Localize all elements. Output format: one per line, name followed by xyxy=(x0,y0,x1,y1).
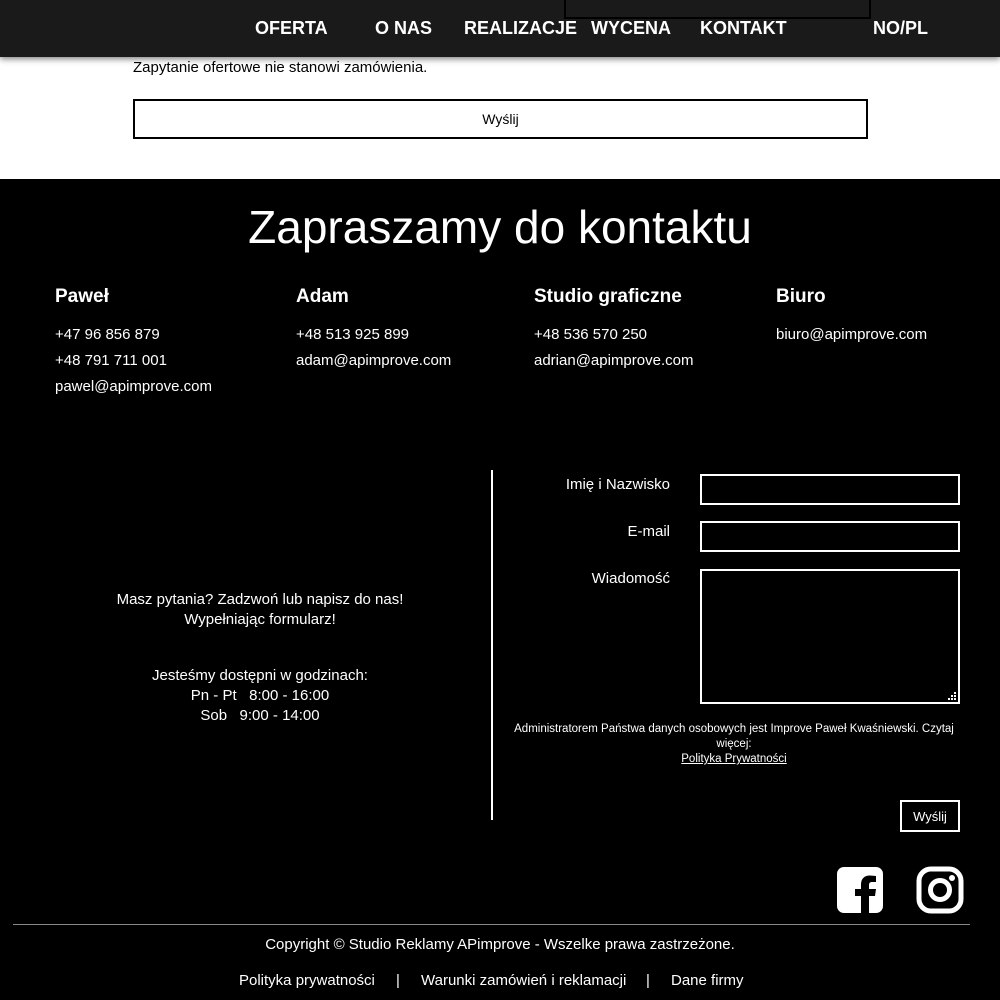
name-input[interactable] xyxy=(700,474,960,505)
nav-kontakt[interactable]: KONTAKT xyxy=(700,18,787,39)
copyright-text: Copyright © Studio Reklamy APimprove - W… xyxy=(265,936,735,953)
info-question-line: Wypełniając formularz! xyxy=(184,611,336,628)
contact-card-studio: Studio graficzne +48 536 570 250 adrian@… xyxy=(534,286,693,374)
contact-email[interactable]: biuro@apimprove.com xyxy=(776,322,927,348)
instagram-icon[interactable] xyxy=(916,866,964,914)
message-textarea[interactable] xyxy=(700,569,960,704)
opening-hours: Jesteśmy dostępni w godzinach: Pn - Pt 8… xyxy=(60,666,460,726)
contact-info-questions: Masz pytania? Zadzwoń lub napisz do nas!… xyxy=(60,590,460,630)
nav-o-nas[interactable]: O NAS xyxy=(375,18,432,39)
contact-card-adam: Adam +48 513 925 899 adam@apimprove.com xyxy=(296,286,451,374)
contact-card-biuro: Biuro biuro@apimprove.com xyxy=(776,286,927,348)
hours-saturday: Sob 9:00 - 14:00 xyxy=(200,707,320,724)
contact-heading: Zapraszamy do kontaktu xyxy=(248,201,752,253)
info-question-line: Masz pytania? Zadzwoń lub napisz do nas! xyxy=(116,591,404,608)
hours-title: Jesteśmy dostępni w godzinach: xyxy=(152,667,368,684)
footer-link-company[interactable]: Dane firmy xyxy=(671,972,744,989)
footer-separator: | xyxy=(396,972,400,989)
footer-divider xyxy=(13,924,970,925)
contact-email[interactable]: pawel@apimprove.com xyxy=(55,374,212,400)
contact-name: Biuro xyxy=(776,286,826,307)
privacy-note: Administratorem Państwa danych osobowych… xyxy=(512,722,956,767)
contact-name: Adam xyxy=(296,286,349,307)
nav-dropdown-edge xyxy=(564,0,871,19)
facebook-icon[interactable] xyxy=(836,866,884,914)
contact-submit-button[interactable]: Wyślij xyxy=(900,800,960,832)
privacy-policy-link[interactable]: Polityka Prywatności xyxy=(512,752,956,767)
contact-name: Studio graficzne xyxy=(534,286,682,307)
resize-handle-icon[interactable] xyxy=(948,692,956,700)
nav-oferta[interactable]: OFERTA xyxy=(255,18,328,39)
contact-card-pawel: Paweł +47 96 856 879 +48 791 711 001 paw… xyxy=(55,286,212,400)
nav-realizacje[interactable]: REALIZACJE xyxy=(464,18,577,39)
message-label: Wiadomość xyxy=(591,570,670,587)
privacy-text: Administratorem Państwa danych osobowych… xyxy=(514,723,954,750)
footer-link-terms[interactable]: Warunki zamówień i reklamacji xyxy=(421,972,626,989)
nav-wycena[interactable]: WYCENA xyxy=(591,18,671,39)
top-navigation: OFERTA O NAS REALIZACJE WYCENA KONTAKT N… xyxy=(0,0,1000,57)
email-input[interactable] xyxy=(700,521,960,552)
email-label: E-mail xyxy=(627,523,670,540)
footer-separator: | xyxy=(646,972,650,989)
contact-email[interactable]: adam@apimprove.com xyxy=(296,348,451,374)
language-switch[interactable]: NO/PL xyxy=(873,18,928,39)
quote-submit-button[interactable]: Wyślij xyxy=(133,99,868,139)
order-disclaimer: Zapytanie ofertowe nie stanowi zamówieni… xyxy=(133,59,428,76)
contact-phone[interactable]: +48 536 570 250 xyxy=(534,322,693,348)
contact-phone[interactable]: +48 791 711 001 xyxy=(55,348,212,374)
contact-phone[interactable]: +48 513 925 899 xyxy=(296,322,451,348)
contact-email[interactable]: adrian@apimprove.com xyxy=(534,348,693,374)
name-label: Imię i Nazwisko xyxy=(565,476,670,493)
footer-link-privacy[interactable]: Polityka prywatności xyxy=(239,972,375,989)
contact-name: Paweł xyxy=(55,286,109,307)
hours-weekdays: Pn - Pt 8:00 - 16:00 xyxy=(190,687,330,704)
contact-phone[interactable]: +47 96 856 879 xyxy=(55,322,212,348)
